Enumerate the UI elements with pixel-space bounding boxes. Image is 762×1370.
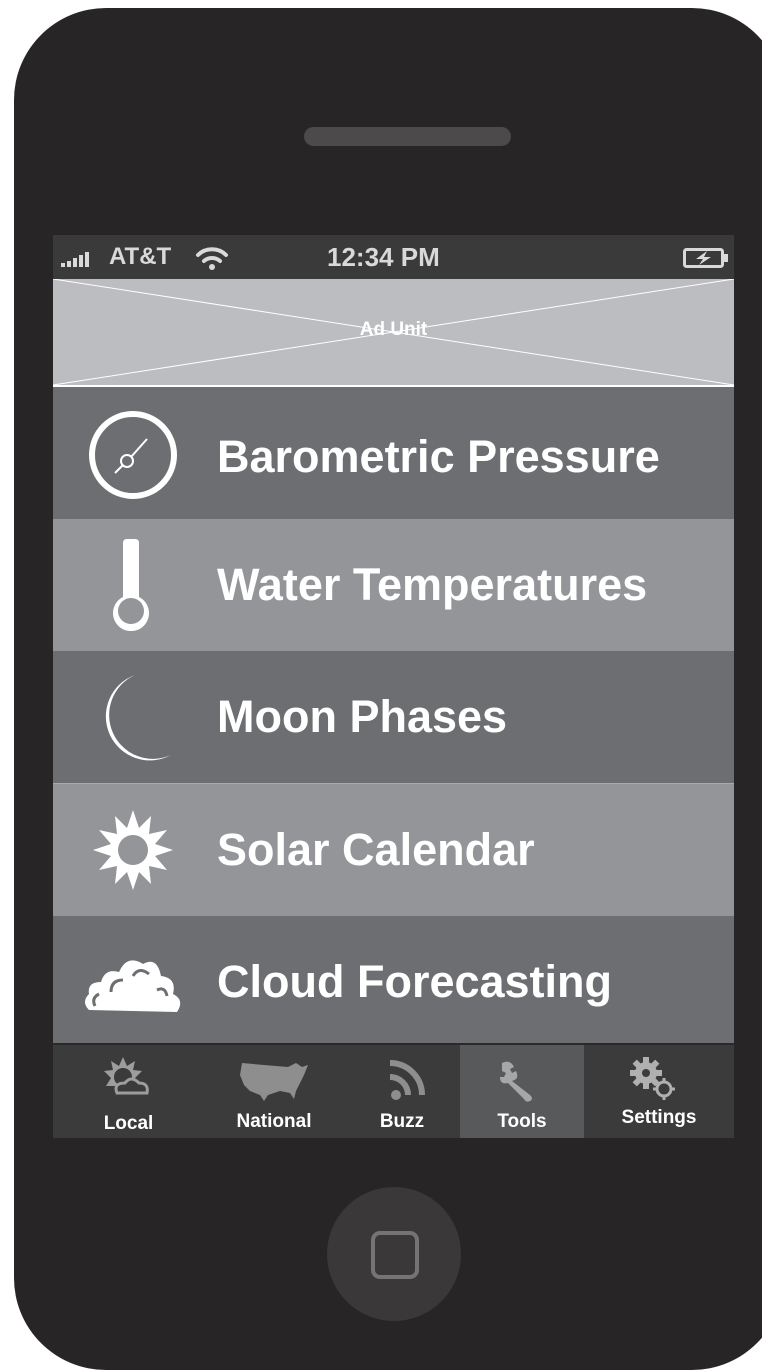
- tool-label: Barometric Pressure: [217, 431, 660, 482]
- tab-label: Buzz: [379, 1111, 425, 1132]
- carrier-name: AT&T: [109, 243, 172, 270]
- tab-bar: Local National Buzz Tools Settings: [53, 1043, 734, 1138]
- tool-row-solar-calendar[interactable]: Solar Calendar: [53, 784, 734, 916]
- wifi-icon: [196, 247, 228, 270]
- barometer-icon: [89, 411, 177, 499]
- sun-icon: [93, 810, 173, 890]
- sun-cloud-icon: [104, 1057, 149, 1095]
- tab-label: Settings: [621, 1107, 697, 1128]
- tab-local[interactable]: Local: [53, 1045, 204, 1138]
- tool-label: Water Temperatures: [217, 559, 648, 610]
- screen: AT&T 12:34 PM Ad Unit Barometric Pressur…: [53, 235, 734, 1138]
- signal-bars-icon: [61, 251, 89, 267]
- tool-row-cloud-forecasting[interactable]: Cloud Forecasting: [53, 916, 734, 1048]
- home-button[interactable]: [327, 1187, 461, 1321]
- thermometer-icon: [113, 539, 149, 631]
- gears-icon: [630, 1057, 675, 1100]
- wrench-icon: [500, 1061, 532, 1102]
- tab-label: National: [236, 1111, 312, 1132]
- tab-tools[interactable]: Tools: [460, 1045, 584, 1138]
- tab-national[interactable]: National: [204, 1045, 344, 1138]
- ad-unit-label: Ad Unit: [359, 319, 428, 340]
- tool-row-water-temperatures[interactable]: Water Temperatures: [53, 519, 734, 651]
- home-square-icon: [371, 1231, 419, 1279]
- tab-label: Tools: [497, 1111, 547, 1132]
- cloud-icon: [85, 960, 181, 1012]
- battery-charging-icon: [683, 248, 728, 268]
- earpiece-speaker: [304, 127, 511, 146]
- status-bar: AT&T 12:34 PM: [53, 235, 734, 279]
- tool-row-moon-phases[interactable]: Moon Phases: [53, 651, 734, 783]
- tab-label: Local: [103, 1113, 154, 1134]
- usa-map-icon: [240, 1063, 308, 1101]
- moon-icon: [105, 675, 171, 761]
- tool-label: Moon Phases: [217, 691, 508, 742]
- tab-settings[interactable]: Settings: [584, 1045, 734, 1138]
- tool-label: Solar Calendar: [217, 824, 535, 875]
- rss-icon: [389, 1060, 425, 1100]
- status-time: 12:34 PM: [327, 242, 440, 272]
- ad-unit-placeholder[interactable]: Ad Unit: [53, 279, 734, 387]
- tool-row-barometric-pressure[interactable]: Barometric Pressure: [53, 387, 734, 519]
- tool-label: Cloud Forecasting: [217, 956, 613, 1007]
- tab-buzz[interactable]: Buzz: [344, 1045, 460, 1138]
